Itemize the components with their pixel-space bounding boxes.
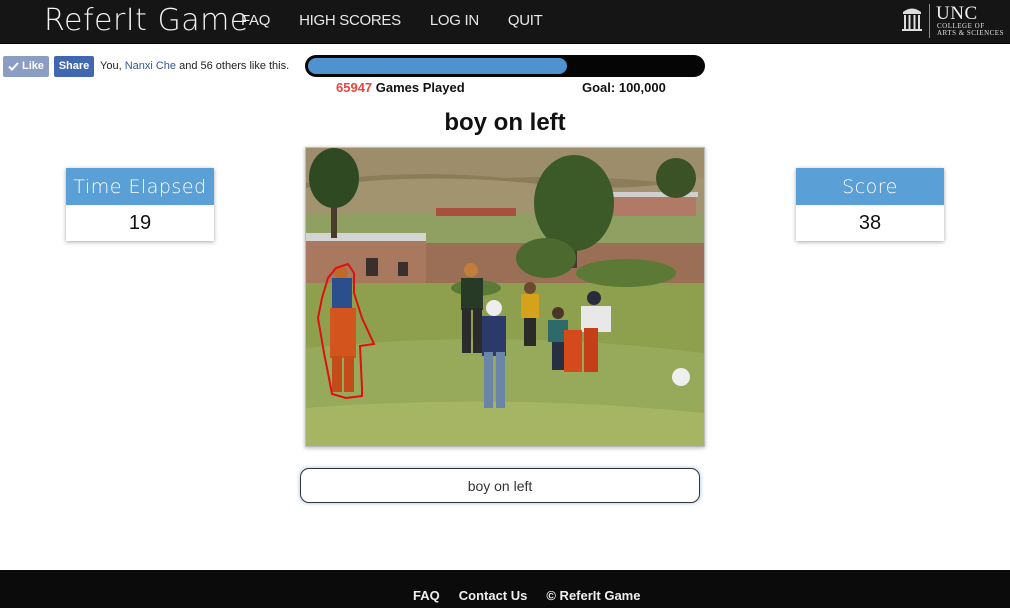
time-elapsed-label: Time Elapsed (66, 168, 214, 205)
top-nav-bar: ReferIt Game FAQ HIGH SCORES LOG IN QUIT… (0, 0, 1010, 44)
games-played-label: Games Played (375, 80, 465, 95)
query-expression: boy on left (444, 109, 566, 136)
score-label: Score (796, 168, 944, 205)
facebook-social-bar: Like Share You, Nanxi Che and 56 others … (3, 55, 289, 77)
time-elapsed-box: Time Elapsed 19 (66, 168, 214, 241)
nav-quit[interactable]: QUIT (508, 12, 543, 29)
old-well-icon (902, 8, 922, 31)
facebook-share-button[interactable]: Share (54, 55, 94, 77)
games-played-count: 65947 (336, 80, 373, 95)
progress-fill (308, 58, 567, 74)
like-label: Like (21, 60, 44, 72)
brand-logo[interactable]: ReferIt Game (44, 3, 249, 38)
footer-faq-link[interactable]: FAQ (413, 588, 440, 603)
unc-logo[interactable]: UNC COLLEGE OF ARTS & SCIENCES (898, 2, 1010, 42)
games-progress-bar (305, 55, 705, 77)
nav-log-in[interactable]: LOG IN (430, 12, 479, 29)
scene-illustration (306, 148, 704, 446)
main-nav: FAQ HIGH SCORES LOG IN QUIT (241, 12, 572, 29)
like-count-text: You, Nanxi Che and 56 others like this. (100, 60, 290, 72)
footer-contact-link[interactable]: Contact Us (459, 588, 528, 603)
time-elapsed-value: 19 (128, 211, 152, 234)
footer-links: FAQ Contact Us © ReferIt Game (413, 588, 659, 603)
game-scene-image[interactable] (305, 147, 705, 447)
score-value: 38 (858, 211, 882, 234)
friend-name-link[interactable]: Nanxi Che (125, 60, 176, 72)
footer-copyright: © ReferIt Game (546, 588, 641, 603)
games-played-text: 65947 Games Played (336, 80, 465, 95)
answer-input[interactable] (300, 468, 700, 503)
score-box: Score 38 (796, 168, 944, 241)
games-goal: Goal: 100,000 (582, 80, 666, 95)
footer: FAQ Contact Us © ReferIt Game (0, 570, 1010, 608)
unc-college-text: COLLEGE OF ARTS & SCIENCES (937, 22, 1004, 37)
nav-faq[interactable]: FAQ (241, 12, 270, 29)
checkmark-icon (8, 61, 19, 71)
nav-high-scores[interactable]: HIGH SCORES (299, 12, 401, 29)
facebook-like-button[interactable]: Like (3, 55, 49, 77)
logo-divider (929, 4, 930, 38)
